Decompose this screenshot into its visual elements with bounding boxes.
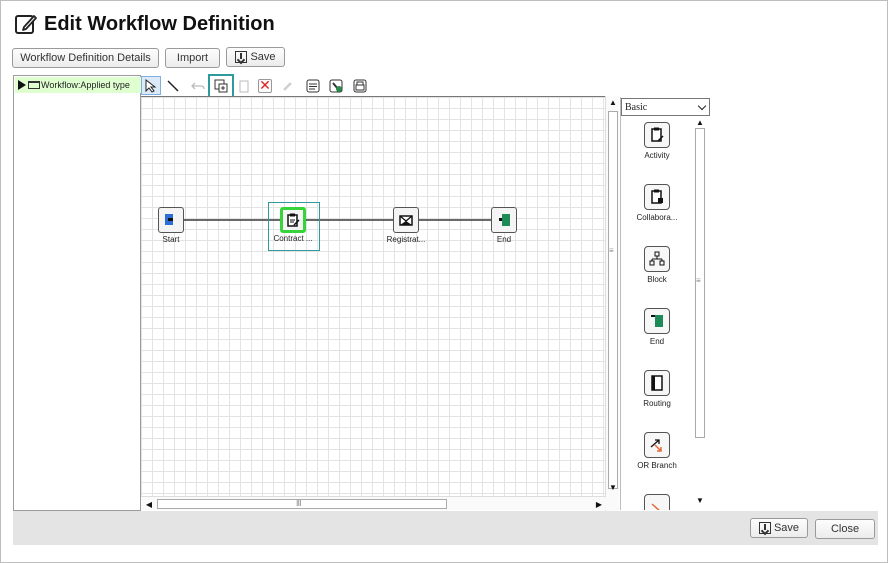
paste-icon bbox=[239, 80, 249, 92]
node-contract[interactable]: Contract ... bbox=[263, 202, 323, 251]
delete-button[interactable]: ✕ bbox=[255, 76, 275, 95]
tree-item-root[interactable]: Workflow:Applied type bbox=[15, 77, 141, 93]
delete-icon: ✕ bbox=[258, 77, 272, 93]
node-label: Start bbox=[162, 235, 180, 244]
tree-item-label: Workflow:Applied type bbox=[41, 80, 130, 90]
node-end[interactable]: End bbox=[474, 207, 534, 244]
palette-item-end[interactable]: End bbox=[621, 308, 693, 346]
save-icon bbox=[235, 51, 248, 63]
canvas-horizontal-scrollbar[interactable]: ◀ Ⅲ ▶ bbox=[141, 496, 606, 510]
envelope-icon bbox=[393, 207, 419, 233]
validate-button[interactable] bbox=[326, 76, 346, 95]
grip-icon: ≡ bbox=[609, 246, 614, 255]
palette-item-label: Routing bbox=[643, 399, 671, 408]
node-registration[interactable]: Registrat... bbox=[376, 207, 436, 244]
close-button[interactable]: Close bbox=[815, 519, 875, 539]
print-button[interactable] bbox=[350, 76, 370, 95]
palette-category-select[interactable]: Basic bbox=[621, 98, 710, 116]
import-button[interactable]: Import bbox=[165, 48, 220, 68]
grip-icon: ≡ bbox=[696, 276, 701, 285]
edit-icon bbox=[15, 15, 37, 34]
scroll-down-icon[interactable]: ▼ bbox=[694, 494, 706, 506]
select-tool-button[interactable] bbox=[141, 76, 161, 95]
palette-item-label: OR Branch bbox=[637, 461, 677, 470]
page-header: Edit Workflow Definition bbox=[14, 11, 275, 37]
palette-item-label: Activity bbox=[644, 151, 670, 160]
collaboration-icon bbox=[644, 184, 670, 210]
scroll-right-icon[interactable]: ▶ bbox=[593, 498, 605, 510]
edit-disabled-button[interactable] bbox=[277, 76, 297, 95]
validate-icon bbox=[329, 79, 343, 92]
expand-triangle-icon[interactable] bbox=[18, 80, 26, 90]
chevron-down-icon bbox=[697, 101, 707, 111]
folder-icon bbox=[28, 81, 40, 89]
start-flag-icon bbox=[158, 207, 184, 233]
copy-button[interactable] bbox=[208, 74, 234, 98]
palette-item-collaboration[interactable]: Collabora... bbox=[621, 184, 693, 222]
save-icon bbox=[758, 522, 771, 534]
palette-item-routing[interactable]: Routing bbox=[621, 370, 693, 408]
routing-icon bbox=[644, 370, 670, 396]
grip-icon: Ⅲ bbox=[296, 499, 302, 508]
palette-item-label: End bbox=[649, 337, 665, 346]
footer-save-button[interactable]: Save bbox=[750, 518, 808, 538]
workflow-details-label: Workflow Definition Details bbox=[20, 52, 151, 64]
diagram-canvas[interactable]: Start Contract ... Registrat... End bbox=[141, 96, 608, 496]
node-label: Registrat... bbox=[386, 235, 426, 244]
paste-button[interactable] bbox=[234, 76, 254, 95]
block-icon bbox=[644, 246, 670, 272]
properties-button[interactable] bbox=[303, 76, 323, 95]
selection-outline bbox=[268, 202, 320, 251]
palette-item-block[interactable]: Block bbox=[621, 246, 693, 284]
connector-lines bbox=[169, 216, 507, 224]
node-label: End bbox=[496, 235, 512, 244]
scroll-down-icon[interactable]: ▼ bbox=[607, 481, 619, 493]
workflow-tree: Workflow:Applied type bbox=[13, 75, 141, 511]
import-label: Import bbox=[176, 52, 209, 64]
undo-button[interactable] bbox=[188, 76, 208, 95]
line-tool-button[interactable] bbox=[163, 76, 183, 95]
palette-item-activity[interactable]: Activity bbox=[621, 122, 693, 160]
end-flag-icon bbox=[491, 207, 517, 233]
canvas-vertical-scrollbar[interactable]: ▲ ≡ ▼ bbox=[605, 96, 619, 511]
node-start[interactable]: Start bbox=[141, 207, 201, 244]
or-branch-icon bbox=[644, 432, 670, 458]
close-label: Close bbox=[830, 523, 860, 535]
dialog-footer: Save Close bbox=[13, 511, 878, 545]
palette-scrollbar[interactable]: ▲ ≡ ▼ bbox=[694, 116, 708, 510]
activity-icon bbox=[644, 122, 670, 148]
dialog-frame: Edit Workflow Definition Workflow Defini… bbox=[0, 0, 888, 563]
pencil-icon bbox=[283, 81, 292, 91]
line-icon bbox=[167, 79, 179, 92]
branch-icon bbox=[644, 494, 670, 510]
page-title: Edit Workflow Definition bbox=[44, 12, 275, 35]
scroll-up-icon[interactable]: ▲ bbox=[607, 96, 619, 108]
header-save-label: Save bbox=[250, 51, 276, 63]
select-icon bbox=[145, 78, 157, 93]
palette-item-label: Collabora... bbox=[636, 213, 678, 222]
copy-icon bbox=[214, 79, 228, 93]
scroll-up-icon[interactable]: ▲ bbox=[694, 116, 706, 128]
scroll-thumb[interactable] bbox=[157, 499, 447, 509]
footer-save-label: Save bbox=[773, 522, 800, 534]
workflow-details-button[interactable]: Workflow Definition Details bbox=[12, 48, 159, 68]
print-icon bbox=[353, 79, 367, 92]
palette-item-partial[interactable] bbox=[621, 494, 693, 510]
end-icon bbox=[644, 308, 670, 334]
palette-item-label: Block bbox=[647, 275, 667, 284]
scroll-left-icon[interactable]: ◀ bbox=[143, 498, 155, 510]
header-save-button[interactable]: Save bbox=[226, 47, 285, 67]
palette-item-or-branch[interactable]: OR Branch bbox=[621, 432, 693, 470]
scroll-thumb[interactable] bbox=[608, 111, 618, 489]
undo-icon bbox=[191, 82, 205, 89]
properties-icon bbox=[306, 79, 320, 92]
palette-category-value: Basic bbox=[625, 101, 648, 113]
